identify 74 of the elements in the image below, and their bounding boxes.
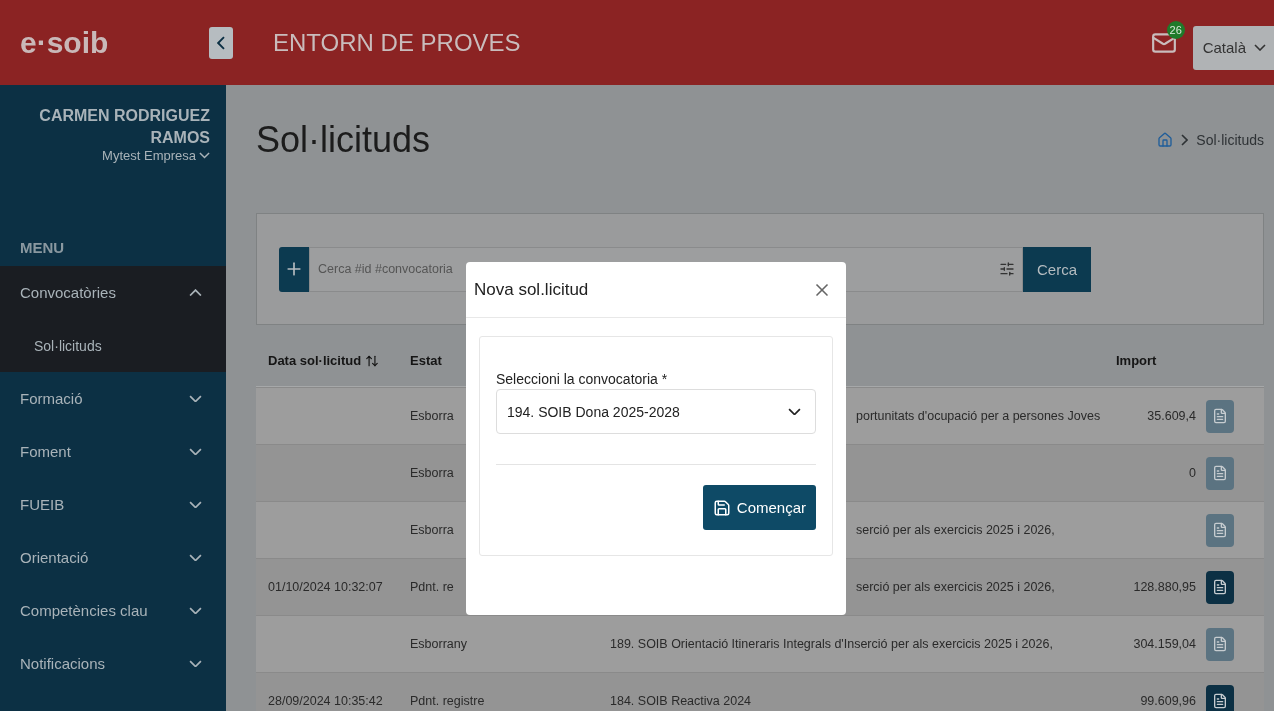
table-cell: 28/09/2024 10:35:42 <box>268 694 383 708</box>
column-header: Estat <box>410 353 442 368</box>
column-header: Import <box>1116 353 1157 368</box>
table-cell: portunitats d'ocupació per a persones Joves <box>856 409 1101 423</box>
table-cell: Pdnt. re <box>410 580 454 594</box>
menu-item[interactable]: Notificacions <box>0 637 226 690</box>
user-name: CARMEN RODRIGUEZ RAMOS <box>38 106 210 148</box>
notification-badge: 26 <box>1166 20 1185 39</box>
table-cell: 128.880,95 <box>1133 580 1196 594</box>
chevron-down-icon <box>199 152 210 159</box>
chevron-down-icon <box>189 553 202 562</box>
company-select[interactable]: Mytest Empresa <box>102 148 210 164</box>
menu-item-label: Orientació <box>20 549 89 566</box>
chevron-down-icon <box>1254 44 1266 51</box>
document-icon <box>1212 408 1228 424</box>
menu-item-label: Notificacions <box>20 655 106 672</box>
menu-item-label: Competències clau <box>20 602 148 619</box>
logo: e·soib <box>19 25 110 60</box>
language-select[interactable]: Català <box>1192 25 1274 70</box>
menu-item-label: Foment <box>20 443 71 460</box>
table-cell: 99.609,96 <box>1140 694 1196 708</box>
menu-label: MENU <box>19 238 66 258</box>
menu-item[interactable]: Formació <box>0 372 226 425</box>
document-icon <box>1212 522 1228 538</box>
pdf-button[interactable] <box>1206 570 1234 604</box>
table-cell: 35.609,4 <box>1147 409 1196 423</box>
chevron-down-icon <box>189 500 202 509</box>
save-icon <box>712 498 731 517</box>
menu-item[interactable]: Convocatòries <box>0 266 226 319</box>
chevron-down-icon <box>189 606 202 615</box>
table-cell: 0 <box>1189 466 1196 480</box>
menu-item-label: Formació <box>20 390 83 407</box>
document-icon <box>1212 693 1228 709</box>
sort-icon <box>365 353 380 368</box>
chevron-down-icon <box>189 447 202 456</box>
menu-item[interactable]: Orientació <box>0 531 226 584</box>
menu-item[interactable]: FUEIB <box>0 478 226 531</box>
table-cell: 01/10/2024 10:32:07 <box>268 580 383 594</box>
table-cell: 189. SOIB Orientació Itineraris Integrals d'Inserció per als exercicis 2025 i 2026, <box>610 637 1053 651</box>
start-button[interactable]: Començar <box>702 485 816 530</box>
menu-item[interactable]: Competències clau <box>0 584 226 637</box>
pdf-button[interactable] <box>1206 684 1234 711</box>
table-cell: 184. SOIB Reactiva 2024 <box>610 694 752 708</box>
chevron-left-icon <box>216 35 226 50</box>
table-cell: Esborrany <box>410 637 467 651</box>
chevron-down-icon <box>189 659 202 668</box>
menu-item-label: Convocatòries <box>20 284 116 301</box>
chevron-up-icon <box>189 288 202 297</box>
table-cell: Esborra <box>410 466 454 480</box>
dialog-title: Nova sol.licitud <box>474 279 589 300</box>
field-label: Seleccioni la convocatoria * <box>496 371 668 387</box>
table-cell: Esborra <box>410 523 454 537</box>
document-icon <box>1212 465 1228 481</box>
page-title: Sol·licituds <box>256 119 431 161</box>
menu-item-label: FUEIB <box>20 496 65 513</box>
filter-icon[interactable] <box>999 260 1015 277</box>
document-icon <box>1212 636 1228 652</box>
collapse-sidebar-button[interactable] <box>209 26 233 59</box>
column-header[interactable]: Data sol·licitud <box>268 353 380 368</box>
chevron-down-icon <box>189 394 202 403</box>
search-button[interactable]: Cerca <box>1023 246 1091 292</box>
document-icon <box>1212 579 1228 595</box>
table-cell: 304.159,04 <box>1133 637 1196 651</box>
chevron-right-icon <box>1181 134 1189 146</box>
breadcrumb-item[interactable]: Sol·licituds <box>1196 132 1264 148</box>
environment-title: ENTORN DE PROVES <box>273 28 522 57</box>
table-cell: Esborra <box>410 409 454 423</box>
table-cell: serció per als exercicis 2025 i 2026, <box>856 523 1055 537</box>
call-select[interactable]: 194. SOIB Dona 2025-2028 <box>496 389 816 434</box>
table-cell: Pdnt. registre <box>410 694 485 708</box>
chevron-down-icon <box>788 407 801 416</box>
table-cell: serció per als exercicis 2025 i 2026, <box>856 580 1055 594</box>
menu-item[interactable]: Foment <box>0 425 226 478</box>
add-button[interactable] <box>279 246 309 292</box>
